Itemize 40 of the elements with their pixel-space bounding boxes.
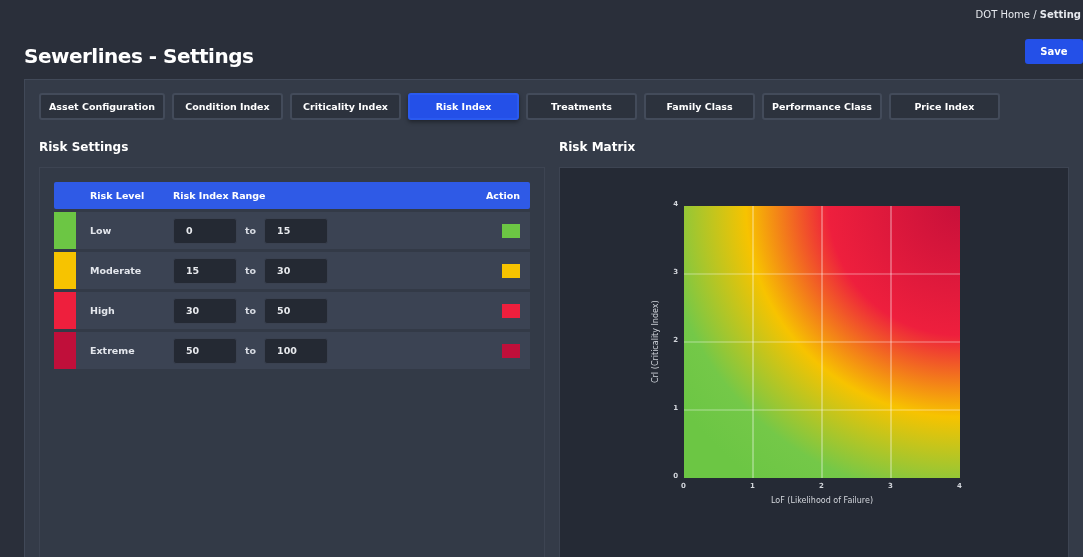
save-button[interactable]: Save <box>1025 39 1083 64</box>
color-swatch[interactable] <box>502 303 520 318</box>
color-swatch[interactable] <box>502 263 520 278</box>
input-field[interactable]: 30 <box>173 297 237 324</box>
tab[interactable]: Performance Class <box>762 93 882 120</box>
range-separator: to <box>245 225 257 236</box>
breadcrumb-separator: / <box>1033 9 1037 20</box>
input-field[interactable]: 50 <box>173 337 237 364</box>
breadcrumb-current: Setting <box>1039 9 1081 20</box>
risk-level: High <box>89 305 116 316</box>
tab[interactable]: Condition Index <box>172 93 283 120</box>
input-field[interactable]: 50 <box>264 297 329 324</box>
range-separator: to <box>245 265 257 276</box>
input-field[interactable]: 100 <box>264 337 329 364</box>
range-separator: to <box>245 305 257 316</box>
range-separator: to <box>245 345 257 356</box>
y-axis-label: CrI (Criticality Index) <box>649 299 661 386</box>
tab[interactable]: Criticality Index <box>290 93 401 120</box>
section-title: Risk Settings <box>39 140 130 154</box>
input-field[interactable]: 0 <box>173 217 237 244</box>
x-axis-label: LoF (Likelihood of Failure) <box>769 496 874 505</box>
tab[interactable]: Family Class <box>644 93 755 120</box>
input-field[interactable]: 30 <box>264 257 329 284</box>
risk-level: Low <box>89 225 113 236</box>
tab[interactable]: Treatments <box>526 93 637 120</box>
risk-level: Extreme <box>89 345 136 356</box>
column-header: Risk Index Range <box>173 190 267 201</box>
risk-level: Moderate <box>89 265 143 276</box>
column-header: Risk Level <box>89 190 146 201</box>
input-field[interactable]: 15 <box>173 257 237 284</box>
section-title: Risk Matrix <box>559 140 637 154</box>
breadcrumb-link[interactable]: DOT Home <box>975 9 1030 20</box>
page-title: Sewerlines - Settings <box>24 44 254 68</box>
color-swatch[interactable] <box>502 343 520 358</box>
column-header: Action <box>484 190 521 201</box>
color-swatch[interactable] <box>502 223 520 238</box>
tab[interactable]: Asset Configuration <box>39 93 165 120</box>
tab[interactable]: Price Index <box>888 93 1000 120</box>
input-field[interactable]: 15 <box>264 217 329 244</box>
tab[interactable]: Risk Index <box>408 93 519 120</box>
